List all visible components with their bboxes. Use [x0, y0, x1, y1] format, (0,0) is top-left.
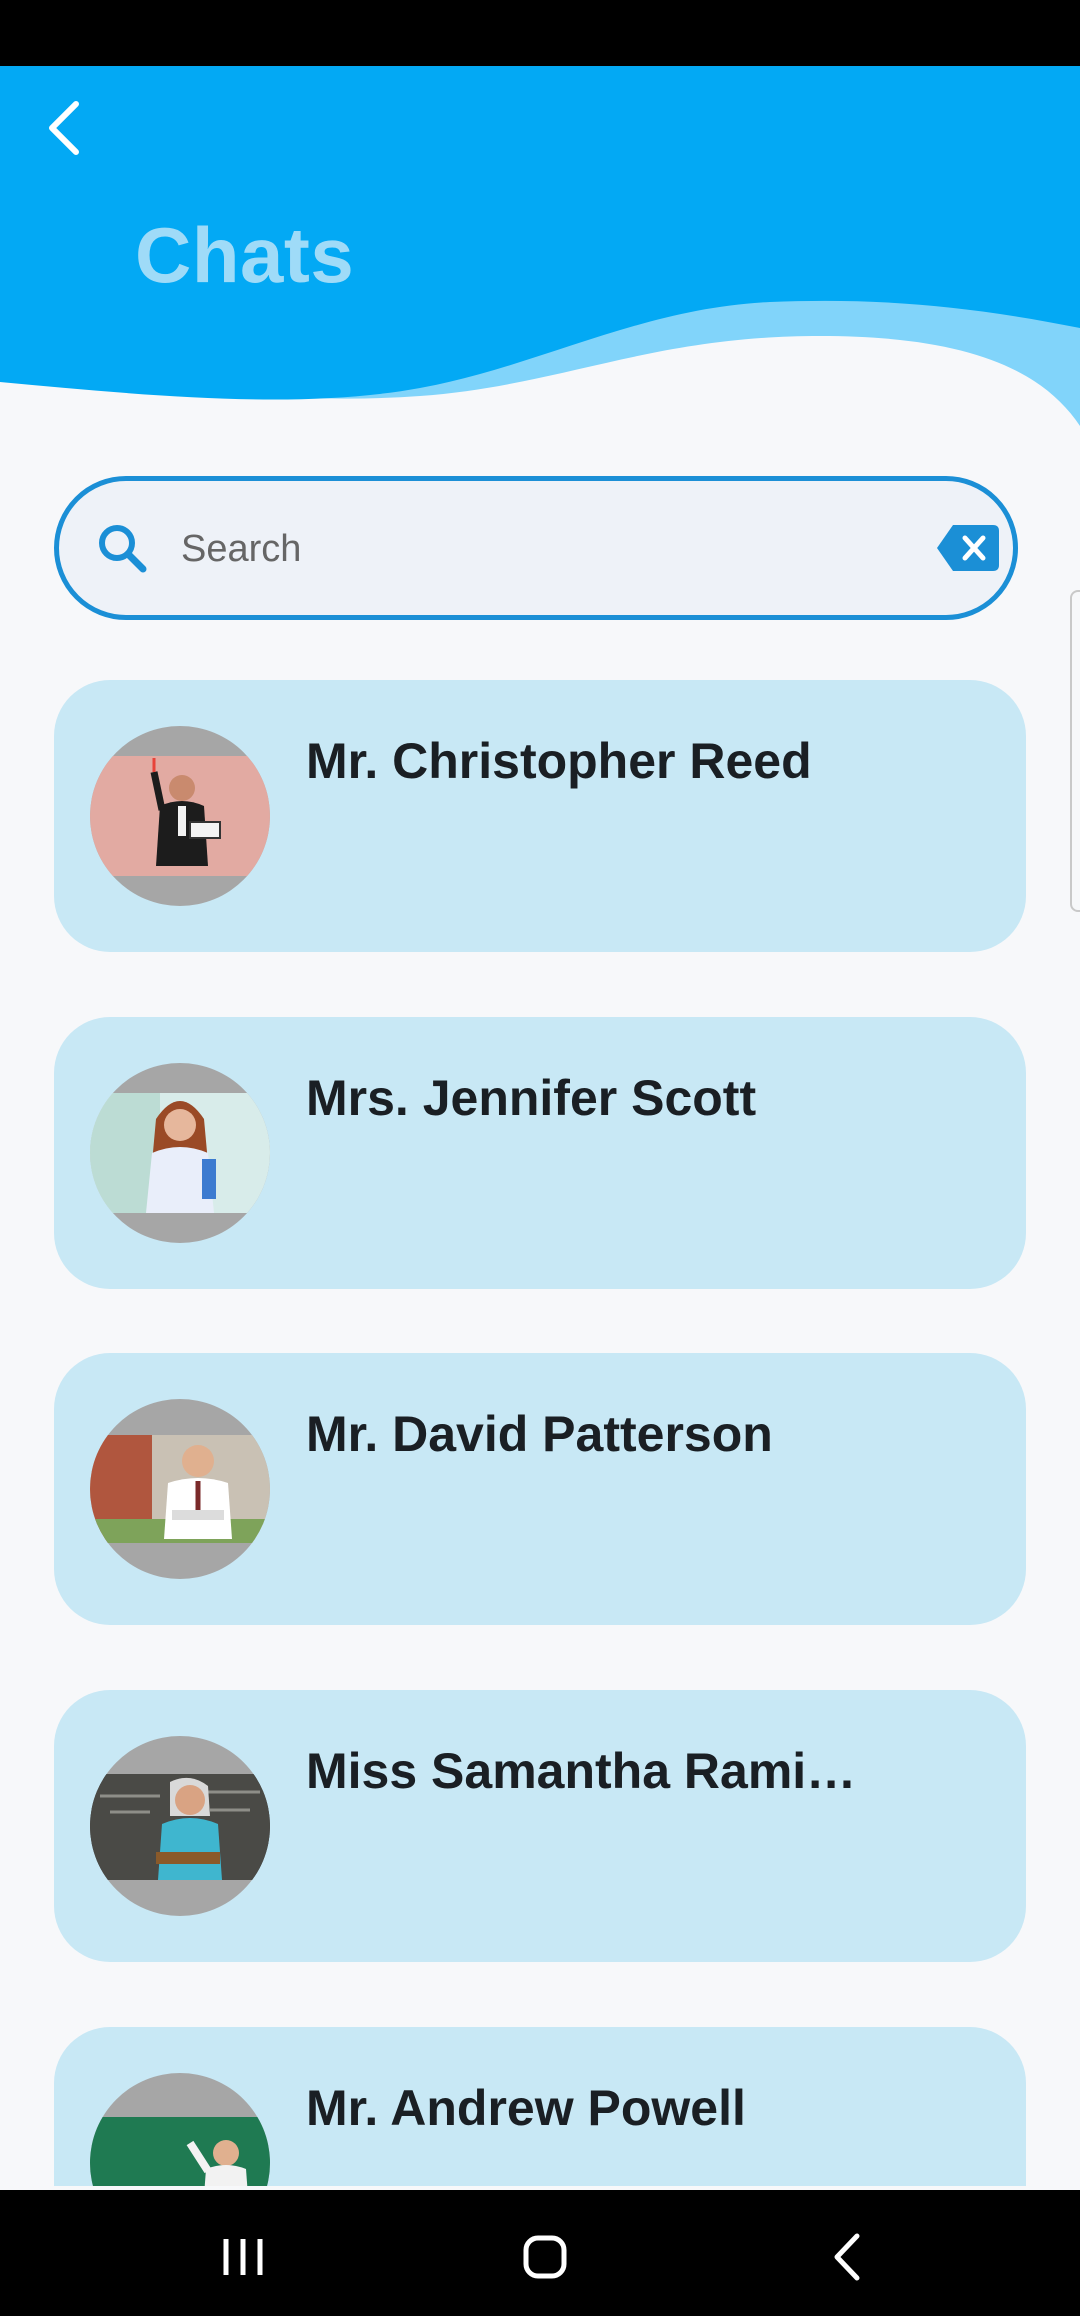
status-bar: [0, 0, 1080, 66]
chat-name: Mrs. Jennifer Scott: [306, 1070, 757, 1126]
chat-name: Mr. Christopher Reed: [306, 733, 812, 789]
teacher-photo-icon: [90, 1093, 270, 1213]
chevron-left-icon: [49, 101, 79, 155]
chat-name: Mr. Andrew Powell: [306, 2080, 746, 2136]
teacher-photo-icon: [90, 1774, 270, 1880]
search-input[interactable]: [179, 513, 883, 585]
avatar: [90, 726, 270, 906]
avatar: [90, 1736, 270, 1916]
teacher-photo-icon: [90, 756, 270, 876]
avatar: [90, 1063, 270, 1243]
home-button[interactable]: [510, 2222, 580, 2292]
chat-item[interactable]: Miss Samantha Rami…: [54, 1690, 1026, 1962]
nav-back-button[interactable]: [812, 2222, 882, 2292]
back-button[interactable]: [44, 98, 104, 184]
chat-list: Mr. Christopher Reed Mrs. Jennifer Scott: [54, 680, 1026, 2186]
chat-item[interactable]: Mr. Andrew Powell: [54, 2027, 1026, 2186]
recents-button[interactable]: [208, 2222, 278, 2292]
chat-item[interactable]: Mr. David Patterson: [54, 1353, 1026, 1625]
back-icon: [834, 2233, 860, 2281]
home-icon: [523, 2235, 567, 2279]
chat-item[interactable]: Mr. Christopher Reed: [54, 680, 1026, 952]
avatar: [90, 1399, 270, 1579]
chat-item[interactable]: Mrs. Jennifer Scott: [54, 1017, 1026, 1289]
recents-icon: [223, 2239, 263, 2275]
search-bar[interactable]: [54, 476, 1018, 620]
backspace-clear-icon[interactable]: [935, 523, 1001, 573]
teacher-photo-icon: [90, 2117, 270, 2186]
scrollbar[interactable]: [1070, 590, 1080, 912]
avatar: [90, 2073, 270, 2186]
search-icon: [99, 525, 147, 573]
teacher-photo-icon: [90, 1435, 270, 1543]
chat-name: Miss Samantha Rami…: [306, 1743, 857, 1799]
page-title: Chats: [135, 211, 355, 299]
chat-name: Mr. David Patterson: [306, 1406, 773, 1462]
header: Chats: [0, 66, 1080, 436]
system-navigation-bar: [0, 2190, 1080, 2316]
